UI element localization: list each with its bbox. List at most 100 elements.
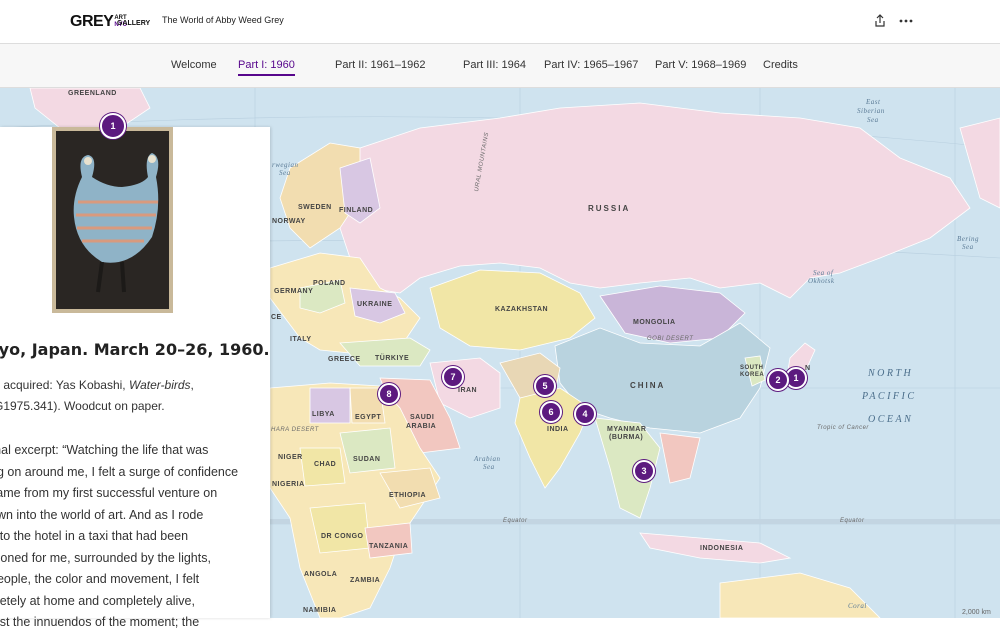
map-marker-6[interactable]: 6: [540, 401, 562, 423]
excerpt-line: rnal excerpt: “Watching the life that wa…: [0, 443, 209, 457]
artwork-marker[interactable]: 1: [100, 113, 126, 139]
journal-excerpt: rnal excerpt: “Watching the life that wa…: [0, 440, 238, 634]
label-indonesia: INDONESIA: [700, 545, 744, 552]
label-greenland: GREENLAND: [68, 90, 117, 97]
artwork-image-water-birds[interactable]: [52, 127, 173, 313]
label-ethiopia: ETHIOPIA: [389, 492, 427, 499]
label-east-siberian-3: Sea: [867, 116, 879, 124]
label-india: INDIA: [547, 426, 569, 433]
label-myanmar: MYANMAR: [607, 426, 647, 433]
caption-prefix: rk acquired: Yas Kobashi,: [0, 378, 129, 392]
grey-art-gallery-logo[interactable]: GREY ART NYU GALLERY: [70, 12, 150, 32]
label-bering-2: Sea: [962, 243, 974, 251]
nav-welcome[interactable]: Welcome: [171, 59, 217, 71]
label-poland: POLAND: [313, 280, 346, 287]
top-header: GREY ART NYU GALLERY The World of Abby W…: [0, 0, 1000, 44]
label-burma: (BURMA): [609, 434, 644, 441]
nav-part-3[interactable]: Part III: 1964: [463, 59, 526, 71]
label-ukraine: UKRAINE: [357, 301, 393, 308]
map-marker-5[interactable]: 5: [534, 375, 556, 397]
entry-heading: kyo, Japan. March 20–26, 1960.: [0, 340, 270, 359]
label-germany: GERMANY: [274, 288, 314, 295]
label-tropic-of-cancer: Tropic of Cancer: [817, 425, 869, 431]
section-navigation: Welcome Part I: 1960 Part II: 1961–1962 …: [0, 44, 1000, 88]
label-nigeria: NIGERIA: [272, 481, 305, 488]
label-bering-1: Bering: [957, 235, 980, 243]
label-namibia: NAMIBIA: [303, 607, 337, 614]
map-marker-2[interactable]: 2: [767, 369, 789, 391]
logo-wordmark-grey: GREY: [70, 13, 114, 30]
label-south-korea-2: KOREA: [740, 372, 765, 378]
story-panel[interactable]: 1 kyo, Japan. March 20–26, 1960. rk acqu…: [0, 113, 270, 629]
label-niger: NIGER: [278, 454, 303, 461]
label-norwegian-1: rwegian: [272, 161, 299, 169]
caption-suffix: ,: [190, 378, 194, 392]
label-chad: CHAD: [314, 461, 337, 468]
label-north-pacific-3: OCEAN: [868, 414, 914, 425]
logo-gallery: GALLERY: [117, 20, 151, 27]
label-norwegian-2: Sea: [279, 169, 291, 177]
label-turkiye: TÜRKIYE: [375, 355, 410, 362]
label-sweden: SWEDEN: [298, 204, 332, 211]
excerpt-line: moned for me, surrounded by the lights,: [0, 550, 211, 565]
label-iran: IRAN: [458, 387, 478, 394]
label-arabia: ARABIA: [406, 423, 437, 430]
label-norway: NORWAY: [272, 218, 306, 225]
map-scale-label: 2,000 km: [962, 609, 991, 616]
nav-part-1[interactable]: Part I: 1960: [238, 59, 295, 76]
excerpt-line: people, the color and movement, I felt: [0, 572, 200, 586]
label-greece: GREECE: [328, 356, 361, 363]
label-okhotsk-1: Sea of: [813, 269, 834, 277]
more-options-icon[interactable]: [898, 14, 914, 28]
excerpt-line: pletely at home and completely alive,: [0, 593, 195, 608]
label-libya: LIBYA: [312, 411, 335, 418]
label-saudi: SAUDI: [410, 414, 435, 421]
site-title: The World of Abby Weed Grey: [162, 15, 284, 25]
label-east-siberian-2: Siberian: [857, 107, 885, 115]
label-russia: RUSSIA: [588, 204, 631, 213]
label-france-partial: CE: [271, 314, 282, 321]
label-south-korea-1: SOUTH: [740, 365, 764, 371]
label-gobi-desert: GOBI DESERT: [647, 336, 694, 342]
artwork-caption: rk acquired: Yas Kobashi, Water-birds, (…: [0, 375, 194, 417]
nav-credits[interactable]: Credits: [763, 59, 798, 71]
nav-part-5[interactable]: Part V: 1968–1969: [655, 59, 746, 71]
label-east-siberian-1: East: [866, 98, 881, 106]
caption-line-1: rk acquired: Yas Kobashi, Water-birds,: [0, 375, 194, 396]
label-equator-2: Equator: [840, 518, 865, 524]
map-marker-4[interactable]: 4: [574, 403, 596, 425]
label-dr-congo: DR CONGO: [321, 533, 364, 540]
label-okhotsk-2: Okhotsk: [808, 277, 835, 285]
label-north-pacific-2: PACIFIC: [862, 391, 917, 402]
label-egypt: EGYPT: [355, 414, 382, 421]
label-japan-partial: N: [805, 365, 811, 372]
excerpt-line: own into the world of art. And as I rode: [0, 507, 204, 522]
label-tanzania: TANZANIA: [369, 543, 409, 550]
nav-part-2[interactable]: Part II: 1961–1962: [335, 59, 426, 71]
share-icon[interactable]: [873, 14, 887, 28]
label-sudan: SUDAN: [353, 456, 381, 463]
caption-line-2: (G1975.341). Woodcut on paper.: [0, 399, 165, 413]
label-north-pacific-1: NORTH: [868, 368, 914, 379]
label-coral: Coral: [848, 602, 867, 610]
excerpt-line: ng on around me, I felt a surge of confi…: [0, 464, 239, 479]
label-china: CHINA: [630, 381, 666, 390]
excerpt-line: k to the hotel in a taxi that had been: [0, 529, 189, 543]
label-arabian-2: Sea: [483, 463, 495, 471]
label-angola: ANGOLA: [304, 571, 338, 578]
map-marker-8[interactable]: 8: [378, 383, 400, 405]
label-mongolia: MONGOLIA: [633, 319, 676, 326]
map-marker-3[interactable]: 3: [633, 460, 655, 482]
map-marker-7[interactable]: 7: [442, 366, 464, 388]
label-equator-1: Equator: [503, 518, 528, 524]
label-kazakhstan: KAZAKHSTAN: [495, 306, 549, 313]
label-sahara-desert: HARA DESERT: [271, 427, 319, 433]
excerpt-line: inst the innuendos of the moment; the: [0, 615, 200, 629]
label-arabian-1: Arabian: [474, 455, 501, 463]
caption-title: Water-birds: [128, 378, 191, 392]
excerpt-line: came from my first successful venture on: [0, 486, 218, 500]
label-italy: ITALY: [290, 336, 312, 343]
label-finland: FINLAND: [339, 207, 374, 214]
label-zambia: ZAMBIA: [350, 577, 381, 584]
nav-part-4[interactable]: Part IV: 1965–1967: [544, 59, 638, 71]
